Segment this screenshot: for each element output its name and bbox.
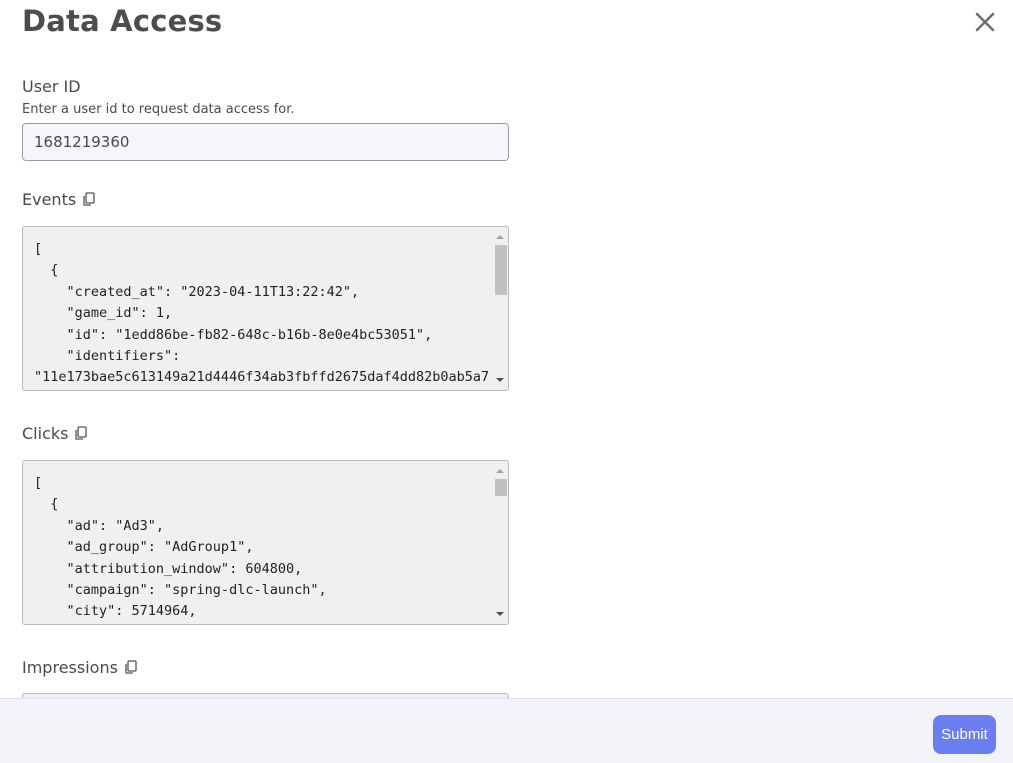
copy-icon[interactable] bbox=[82, 192, 96, 207]
modal-title: Data Access bbox=[22, 4, 223, 38]
clicks-label: Clicks bbox=[22, 424, 69, 443]
user-id-help-text: Enter a user id to request data access f… bbox=[22, 102, 295, 117]
submit-button[interactable]: Submit bbox=[933, 715, 996, 754]
scroll-down-arrow-icon[interactable] bbox=[493, 607, 507, 621]
events-scrollbar[interactable] bbox=[493, 228, 507, 389]
impressions-label-row: Impressions bbox=[22, 658, 138, 677]
scroll-up-arrow-icon[interactable] bbox=[493, 464, 507, 478]
events-json-textarea[interactable]: [ { "created_at": "2023-04-11T13:22:42",… bbox=[22, 226, 509, 391]
user-id-input[interactable] bbox=[22, 123, 509, 161]
events-scroll-thumb[interactable] bbox=[495, 245, 507, 295]
events-label-row: Events bbox=[22, 190, 96, 209]
clicks-label-row: Clicks bbox=[22, 424, 88, 443]
close-icon bbox=[975, 12, 995, 32]
scroll-down-arrow-icon[interactable] bbox=[493, 373, 507, 387]
clicks-json-content: [ { "ad": "Ad3", "ad_group": "AdGroup1",… bbox=[34, 475, 327, 620]
impressions-label: Impressions bbox=[22, 658, 118, 677]
clicks-scroll-thumb[interactable] bbox=[495, 479, 507, 496]
copy-icon[interactable] bbox=[124, 660, 138, 675]
modal-footer bbox=[0, 698, 1013, 763]
events-json-content: [ { "created_at": "2023-04-11T13:22:42",… bbox=[34, 241, 490, 386]
copy-icon[interactable] bbox=[74, 426, 88, 441]
close-button[interactable] bbox=[971, 8, 999, 36]
clicks-json-textarea[interactable]: [ { "ad": "Ad3", "ad_group": "AdGroup1",… bbox=[22, 460, 509, 625]
events-label: Events bbox=[22, 190, 77, 209]
clicks-scrollbar[interactable] bbox=[493, 462, 507, 623]
user-id-label: User ID bbox=[22, 77, 81, 96]
scroll-up-arrow-icon[interactable] bbox=[493, 230, 507, 244]
